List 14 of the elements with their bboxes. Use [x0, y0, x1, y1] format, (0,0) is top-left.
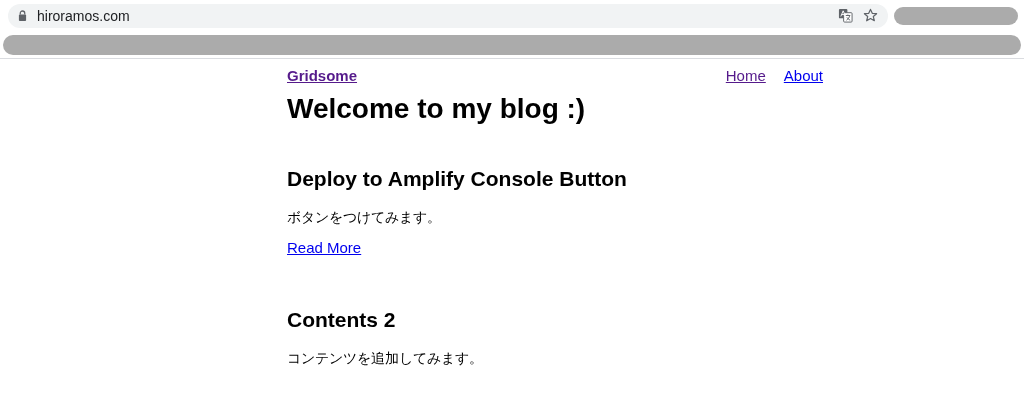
post-excerpt: ボタンをつけてみます。: [287, 209, 442, 227]
nav-link[interactable]: About: [783, 66, 823, 84]
lock-icon: [18, 10, 27, 21]
address-bar[interactable]: hiroramos.com: [8, 3, 888, 28]
translate-icon[interactable]: [838, 8, 853, 23]
star-icon[interactable]: [863, 8, 878, 23]
post-title: Contents 2: [287, 307, 397, 333]
post-title: Deploy to Amplify Console Button: [287, 166, 628, 192]
nav-link[interactable]: Home: [725, 66, 766, 84]
url-text: hiroramos.com: [37, 7, 130, 24]
site-logo-link[interactable]: Gridsome: [287, 66, 358, 84]
page-title: Welcome to my blog :): [287, 93, 587, 126]
read-more-link[interactable]: Read More: [287, 239, 362, 256]
post-excerpt: コンテンツを追加してみます。: [287, 350, 484, 368]
